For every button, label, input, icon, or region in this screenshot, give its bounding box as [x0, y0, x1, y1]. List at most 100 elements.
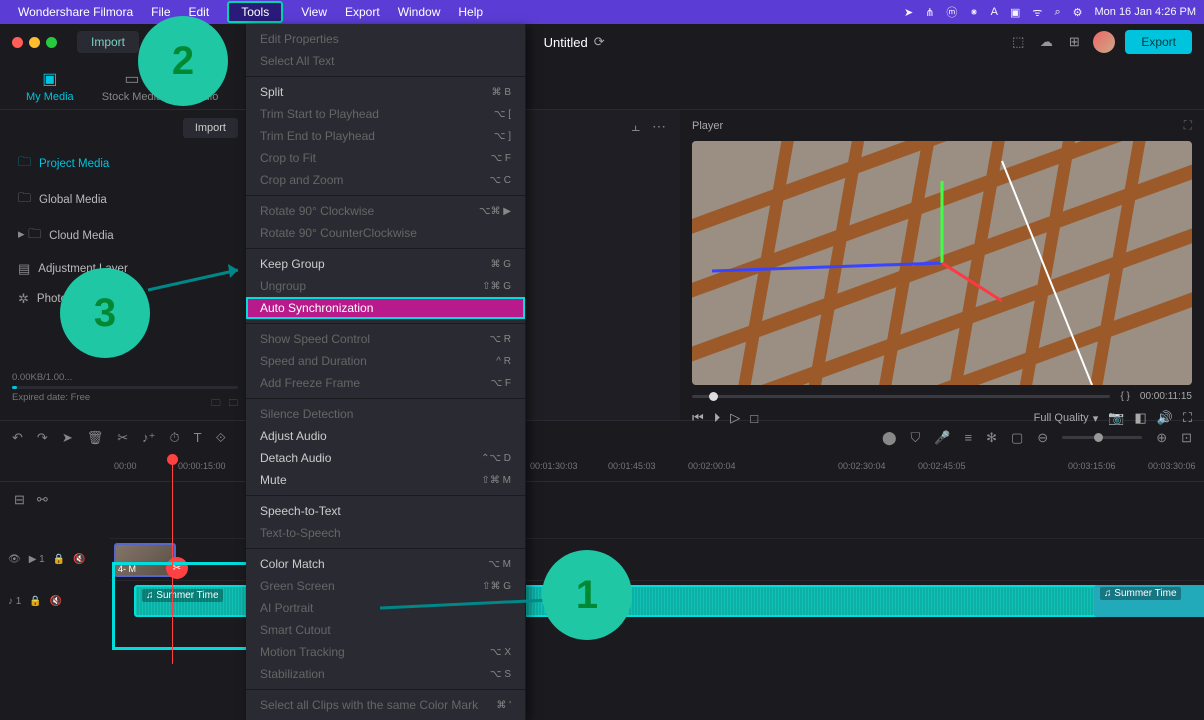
menu-item-mute[interactable]: Mute⇧⌘ M — [246, 469, 525, 491]
tab-my-media[interactable]: ▣ My Media — [12, 63, 88, 109]
folder-icon: ▸ 🗀 — [18, 225, 41, 247]
location-icon: ➤ — [904, 6, 913, 19]
menu-item-adjust-audio[interactable]: Adjust Audio — [246, 425, 525, 447]
marker-add-icon[interactable]: ▢ — [1011, 430, 1023, 446]
delete-icon[interactable]: 🗑 — [87, 430, 104, 446]
document-title: Untitled ⟳ — [544, 34, 605, 50]
clock: Mon 16 Jan 4:26 PM — [1094, 6, 1196, 18]
text-icon[interactable]: T — [194, 430, 202, 445]
pointer-icon[interactable]: ➤ — [62, 430, 73, 446]
stop-icon[interactable]: □ — [750, 411, 758, 426]
zoom-in-icon[interactable]: ⊕ — [1156, 430, 1167, 446]
timecode: 00:00:11:15 — [1140, 391, 1192, 402]
filter-icon[interactable]: ⫠ — [632, 118, 640, 135]
menu-tools[interactable]: Tools — [227, 1, 283, 23]
zoom-out-icon[interactable]: ⊖ — [1037, 430, 1048, 446]
player-viewport[interactable] — [692, 141, 1192, 385]
play-back-icon[interactable]: ⏵ — [714, 410, 721, 426]
play-icon[interactable]: ▷ — [730, 410, 740, 426]
annotation-callout-1: 1 — [542, 550, 632, 640]
window-controls[interactable] — [12, 37, 57, 48]
prev-frame-icon[interactable]: ⏮ — [692, 410, 704, 426]
search-icon[interactable]: ⌕ — [1054, 6, 1060, 19]
photos-icon: ✲ — [18, 291, 29, 307]
visibility-icon[interactable]: 👁 — [8, 554, 21, 565]
sidebar-item-project-media[interactable]: 🗀Project Media — [12, 146, 238, 182]
sidebar-item-cloud-media[interactable]: ▸ 🗀Cloud Media — [12, 218, 238, 254]
more-icon[interactable]: ⋯ — [652, 118, 666, 135]
import-dropdown[interactable]: Import — [183, 118, 238, 138]
snap-icon[interactable]: ✻ — [986, 430, 997, 446]
app-icon: A — [991, 6, 998, 18]
redo-icon[interactable]: ↷ — [37, 430, 48, 446]
stock-icon: ▭ — [124, 69, 139, 89]
snapshot-icon[interactable]: 📷 — [1108, 410, 1124, 426]
speed-icon[interactable]: ⏱ — [170, 430, 180, 446]
minimize-icon[interactable] — [29, 37, 40, 48]
mic-icon[interactable]: 🎤 — [934, 430, 950, 446]
menu-item-speech-to-text[interactable]: Speech-to-Text — [246, 500, 525, 522]
import-button[interactable]: Import — [77, 31, 139, 53]
scrubber-track[interactable] — [692, 395, 1110, 398]
storage-usage: 0.00KB/1.00... Expired date: Free 🗀 🗀 — [12, 372, 238, 412]
mute-icon[interactable]: 🔇 — [50, 596, 62, 607]
menu-file[interactable]: File — [151, 5, 170, 19]
menu-item-detach-audio[interactable]: Detach Audio⌃⌥ D — [246, 447, 525, 469]
menu-item-select-all-text: Select All Text — [246, 50, 525, 72]
undo-icon[interactable]: ↶ — [12, 430, 23, 446]
close-icon[interactable] — [12, 37, 23, 48]
fullscreen-icon[interactable]: ⛶ — [1184, 118, 1192, 133]
timeline-link-icon[interactable]: ⚯ — [37, 492, 48, 508]
zoom-slider[interactable] — [1062, 436, 1142, 439]
menu-item-auto-synchronization[interactable]: Auto Synchronization — [246, 297, 525, 319]
menu-view[interactable]: View — [301, 5, 327, 19]
menu-help[interactable]: Help — [458, 5, 483, 19]
quality-dropdown[interactable]: Full Quality ▾ — [1034, 412, 1099, 425]
cloud-icon[interactable]: ☁ — [1037, 33, 1055, 51]
split-icon[interactable]: ✂ — [117, 430, 128, 446]
fit-icon[interactable]: ⊡ — [1181, 430, 1192, 446]
export-button[interactable]: Export — [1125, 30, 1192, 54]
cut-badge-icon[interactable]: ✂ — [166, 557, 188, 579]
brackets-icon[interactable]: { } — [1120, 391, 1129, 402]
timeline-ruler[interactable]: 00:00 00:00:15:00 00:01:30:03 00:01:45:0… — [0, 454, 1204, 482]
menu-item-keep-group[interactable]: Keep Group⌘ G — [246, 253, 525, 275]
menu-item-crop-and-zoom: Crop and Zoom⌥ C — [246, 169, 525, 191]
audio-clip-2[interactable]: ♫ Summer Time — [1094, 585, 1204, 617]
wifi-icon: ᯤ — [1032, 5, 1042, 20]
grid-icon[interactable]: ⊞ — [1065, 33, 1083, 51]
menu-export[interactable]: Export — [345, 5, 380, 19]
lock-icon[interactable]: 🔒 — [53, 554, 65, 565]
avatar[interactable] — [1093, 31, 1115, 53]
music-icon[interactable]: ♪⁺ — [142, 430, 155, 446]
preview-image — [692, 141, 1192, 385]
playhead[interactable] — [172, 454, 173, 664]
player-panel: Player ⛶ — [680, 110, 1204, 420]
expand-icon[interactable]: ⛶ — [1183, 410, 1192, 426]
share-icon: ⋔ — [925, 6, 934, 19]
sidebar-item-global-media[interactable]: 🗀Global Media — [12, 182, 238, 218]
control-center-icon[interactable]: ⚙ — [1073, 6, 1083, 19]
record-icon[interactable]: ⬤ — [882, 430, 897, 446]
menu-item-crop-to-fit: Crop to Fit⌥ F — [246, 147, 525, 169]
mixer-icon[interactable]: ≡ — [964, 430, 972, 445]
bluetooth-icon: ⁕ — [969, 6, 978, 19]
menu-item-split[interactable]: Split⌘ B — [246, 81, 525, 103]
timeline-collapse-icon[interactable]: ⊟ — [14, 492, 25, 508]
menu-item-silence-detection: Silence Detection — [246, 403, 525, 425]
folder-add-icon[interactable]: 🗀 🗀 — [211, 396, 238, 412]
refresh-icon[interactable]: ⟳ — [594, 34, 605, 50]
lock-icon[interactable]: 🔒 — [29, 596, 41, 607]
player-title: Player — [692, 120, 723, 132]
marker-icon[interactable]: ◧ — [1134, 410, 1146, 426]
crop-icon[interactable]: ⟐ — [216, 430, 226, 446]
maximize-icon[interactable] — [46, 37, 57, 48]
download-icon[interactable]: ⬚ — [1009, 33, 1027, 51]
mute-icon[interactable]: 🔇 — [73, 554, 85, 565]
shield-icon[interactable]: ⛉ — [911, 430, 921, 446]
menu-window[interactable]: Window — [398, 5, 441, 19]
menu-item-show-speed-control: Show Speed Control⌥ R — [246, 328, 525, 350]
menu-item-color-match[interactable]: Color Match⌥ M — [246, 553, 525, 575]
volume-icon[interactable]: 🔊 — [1157, 410, 1173, 426]
scrubber[interactable]: { } 00:00:11:15 — [692, 391, 1192, 402]
